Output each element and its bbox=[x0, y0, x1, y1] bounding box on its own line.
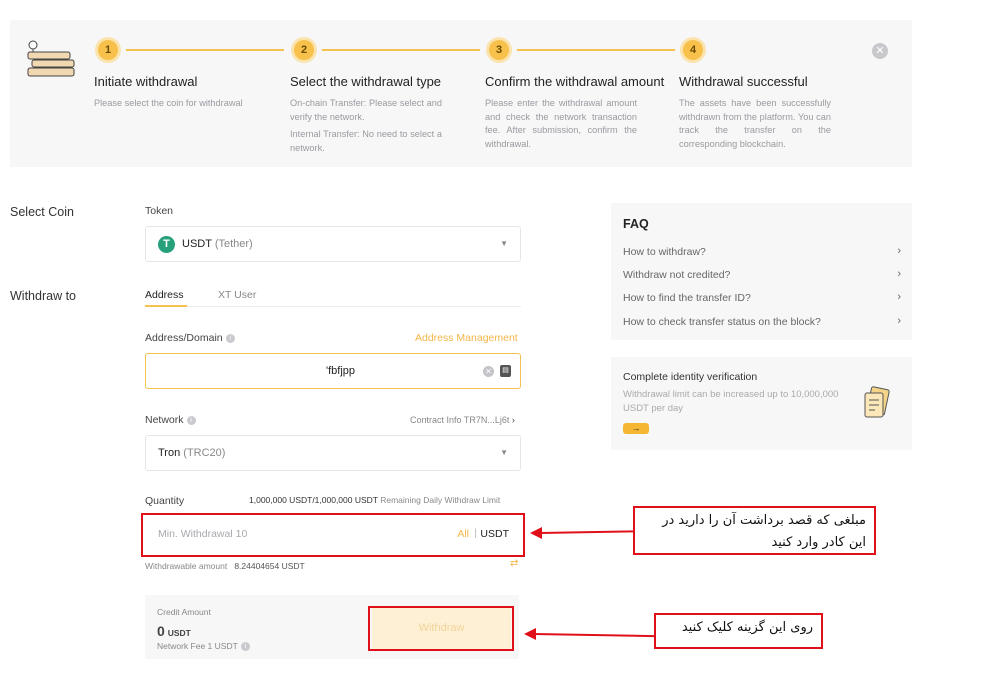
address-input-value: 'fbfjpp bbox=[326, 365, 356, 377]
address-management-link[interactable]: Address Management bbox=[415, 332, 518, 344]
token-symbol: USDT bbox=[182, 238, 212, 250]
step-number-badge: 4 bbox=[683, 40, 703, 60]
step-description: On-chain Transfer: Please select and ver… bbox=[290, 97, 442, 155]
info-icon[interactable]: i bbox=[186, 416, 196, 425]
network-select-value: Tron (TRC20) bbox=[158, 447, 225, 459]
quantity-highlight-box bbox=[141, 513, 525, 557]
credit-amount-number: 0 bbox=[157, 623, 165, 639]
step-description: Please enter the withdrawal amount and c… bbox=[485, 97, 637, 151]
tab-divider bbox=[145, 306, 521, 307]
withdrawable-amount: Withdrawable amount 8.24404654 USDT bbox=[145, 561, 305, 571]
network-fee: Network Fee 1 USDT i bbox=[157, 641, 250, 651]
step-description-text: Please select the coin for withdrawal bbox=[94, 98, 243, 108]
network-label: Network i bbox=[145, 414, 196, 426]
chevron-down-icon: ▼ bbox=[500, 239, 508, 248]
step-number-badge: 1 bbox=[98, 40, 118, 60]
faq-item-text: Withdraw not credited? bbox=[623, 269, 731, 281]
withdraw-highlight-box bbox=[368, 606, 514, 651]
credit-amount-value: 0 USDT bbox=[157, 623, 191, 639]
chevron-right-icon: › bbox=[897, 291, 901, 303]
faq-item[interactable]: How to withdraw? › bbox=[623, 245, 901, 258]
identity-verification-panel: Complete identity verification Withdrawa… bbox=[611, 357, 912, 450]
credit-amount-label: Credit Amount bbox=[157, 607, 211, 617]
step-title: Confirm the withdrawal amount bbox=[485, 74, 665, 89]
annotation-arrow-head bbox=[524, 628, 536, 640]
tether-icon: T bbox=[158, 236, 175, 253]
id-card-illustration-icon bbox=[864, 386, 890, 418]
step-connector bbox=[517, 49, 675, 51]
faq-item-text: How to find the transfer ID? bbox=[623, 292, 751, 304]
annotation-arrow-line bbox=[533, 633, 654, 638]
daily-limit: 1,000,000 USDT/1,000,000 USDT Remaining … bbox=[249, 495, 500, 505]
chevron-right-icon: › bbox=[897, 315, 901, 327]
address-label-text: Address/Domain bbox=[145, 332, 223, 344]
contract-info-link[interactable]: Contract Info TR7N...Lj6t › bbox=[410, 415, 515, 425]
verification-arrow-button[interactable]: → bbox=[623, 423, 649, 434]
credit-amount-unit: USDT bbox=[167, 628, 191, 638]
faq-item[interactable]: How to check transfer status on the bloc… bbox=[623, 315, 901, 328]
tab-xt-user[interactable]: XT User bbox=[218, 289, 256, 301]
step-description-text: On-chain Transfer: Please select and ver… bbox=[290, 98, 442, 122]
step-title: Withdrawal successful bbox=[679, 74, 808, 89]
withdraw-to-label: Withdraw to bbox=[10, 289, 76, 303]
network-sub: (TRC20) bbox=[183, 447, 226, 459]
annotation-arrow-head bbox=[530, 527, 542, 539]
token-select-value: USDT (Tether) bbox=[182, 238, 253, 250]
faq-title: FAQ bbox=[623, 217, 649, 231]
step-title: Select the withdrawal type bbox=[290, 74, 442, 89]
chevron-right-icon: › bbox=[511, 415, 515, 425]
step-description-text: The assets have been successfully withdr… bbox=[679, 98, 831, 149]
token-name: (Tether) bbox=[214, 238, 253, 250]
address-label: Address/Domain i bbox=[145, 332, 235, 344]
verification-title: Complete identity verification bbox=[623, 371, 758, 383]
network-select[interactable]: Tron (TRC20) ▼ bbox=[145, 435, 521, 471]
step-title: Initiate withdrawal bbox=[94, 74, 198, 89]
info-icon[interactable]: i bbox=[225, 334, 235, 343]
step-description: The assets have been successfully withdr… bbox=[679, 97, 831, 151]
tab-active-indicator bbox=[145, 305, 187, 307]
quantity-annotation: مبلغی که قصد برداشت آن را دارید در این ک… bbox=[633, 506, 876, 555]
step-connector bbox=[126, 49, 284, 51]
quantity-label: Quantity bbox=[145, 495, 185, 507]
token-select[interactable]: T USDT (Tether) ▼ bbox=[145, 226, 521, 262]
info-icon[interactable]: i bbox=[240, 642, 250, 651]
step-description: Please select the coin for withdrawal bbox=[94, 97, 264, 111]
network-name: Tron bbox=[158, 447, 181, 459]
network-label-text: Network bbox=[145, 414, 184, 426]
chevron-down-icon: ▼ bbox=[500, 448, 508, 457]
faq-panel: FAQ How to withdraw? › Withdraw not credi… bbox=[611, 203, 912, 340]
annotation-arrow-line bbox=[539, 530, 634, 534]
verification-description: Withdrawal limit can be increased up to … bbox=[623, 389, 839, 414]
step-number-badge: 3 bbox=[489, 40, 509, 60]
step-connector bbox=[322, 49, 480, 51]
close-icon[interactable]: ✕ bbox=[872, 43, 888, 59]
address-input[interactable]: 'fbfjpp ✕ ▤ bbox=[145, 353, 521, 389]
faq-item-text: How to check transfer status on the bloc… bbox=[623, 316, 821, 328]
chevron-right-icon: › bbox=[897, 268, 901, 280]
daily-limit-label: Remaining Daily Withdraw Limit bbox=[380, 495, 501, 505]
network-fee-text: Network Fee 1 USDT bbox=[157, 641, 238, 651]
clear-icon[interactable]: ✕ bbox=[483, 366, 494, 377]
step-description-text: Internal Transfer: No need to select a n… bbox=[290, 129, 442, 153]
faq-item-text: How to withdraw? bbox=[623, 246, 706, 258]
step-description-text: Please enter the withdrawal amount and c… bbox=[485, 98, 637, 149]
swap-icon[interactable]: ⇄ bbox=[510, 558, 518, 569]
select-coin-label: Select Coin bbox=[10, 205, 74, 219]
step-number-badge: 2 bbox=[294, 40, 314, 60]
withdrawable-label: Withdrawable amount bbox=[145, 561, 228, 571]
contract-info-text: Contract Info TR7N...Lj6t bbox=[410, 415, 510, 425]
books-illustration-icon bbox=[27, 40, 75, 77]
withdrawal-steps-banner: ✕ 1 Initiate withdrawal Please select th… bbox=[10, 20, 912, 167]
chevron-right-icon: › bbox=[897, 245, 901, 257]
daily-limit-value: 1,000,000 USDT/1,000,000 USDT bbox=[249, 495, 378, 505]
paste-icon[interactable]: ▤ bbox=[500, 365, 511, 377]
faq-item[interactable]: Withdraw not credited? › bbox=[623, 268, 901, 281]
tab-address[interactable]: Address bbox=[145, 289, 184, 301]
faq-item[interactable]: How to find the transfer ID? › bbox=[623, 291, 901, 304]
withdrawable-value: 8.24404654 USDT bbox=[234, 561, 305, 571]
token-label: Token bbox=[145, 205, 174, 217]
button-annotation: روی این گزینه کلیک کنید bbox=[654, 613, 823, 649]
